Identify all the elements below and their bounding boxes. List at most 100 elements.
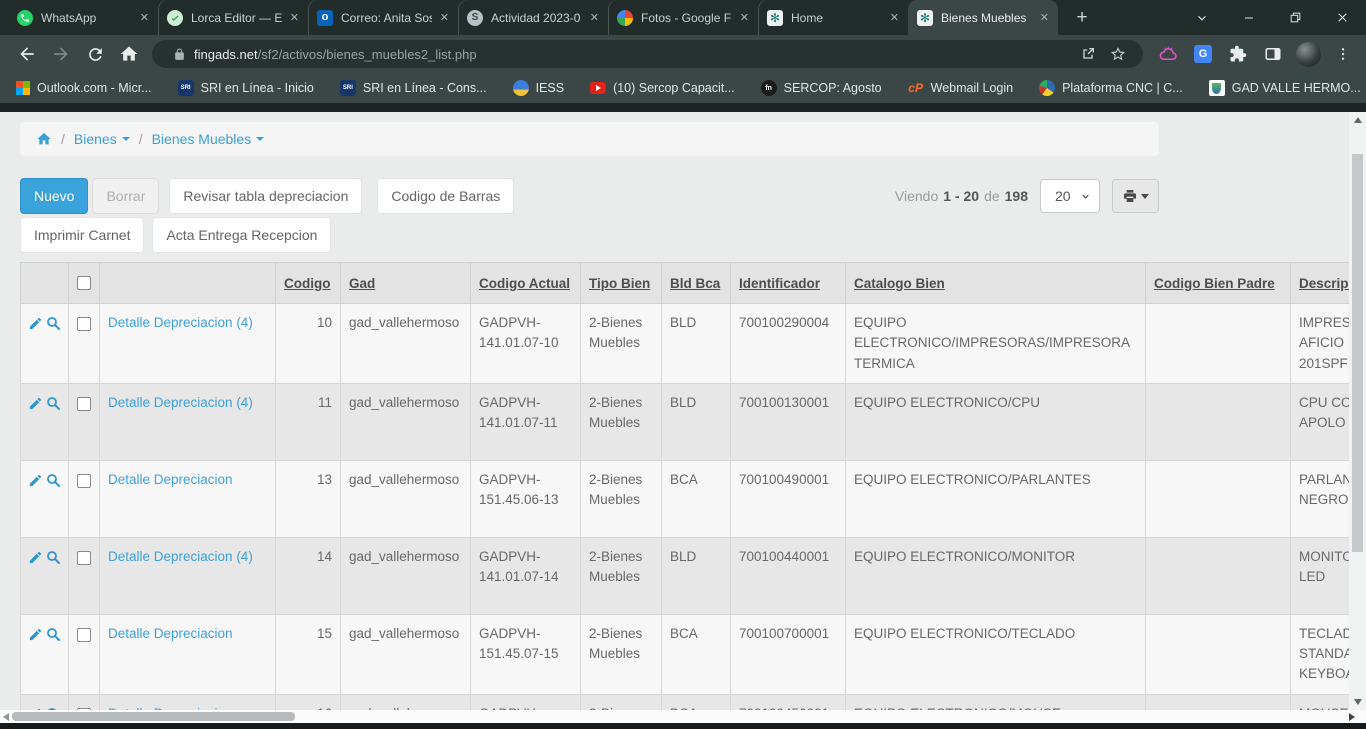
column-header-codigo[interactable]: Codigo xyxy=(284,276,331,291)
column-header-catalogo-bien[interactable]: Catalogo Bien xyxy=(854,276,945,291)
bookmark-10-sercop-capacit[interactable]: (10) Sercop Capacit... xyxy=(590,81,735,95)
tab-strip-tabs: WhatsApp✕Lorca Editor — El✕oCorreo: Anit… xyxy=(8,0,1058,35)
detalle-depreciacion-link[interactable]: Detalle Depreciacion xyxy=(108,626,233,641)
detalle-depreciacion-link[interactable]: Detalle Depreciacion (4) xyxy=(108,549,253,564)
tab-title: Bienes Muebles xyxy=(941,11,1032,25)
horizontal-scrollbar[interactable] xyxy=(0,710,1366,723)
tab-bienes-muebles[interactable]: ✻ Bienes Muebles ✕ xyxy=(908,0,1058,35)
close-button[interactable] xyxy=(1319,0,1366,35)
scroll-right-arrow-icon[interactable] xyxy=(1346,710,1358,723)
breadcrumb: / Bienes / Bienes Muebles xyxy=(20,122,1159,156)
breadcrumb-bienes-muebles[interactable]: Bienes Muebles xyxy=(152,131,265,147)
home-icon[interactable] xyxy=(112,39,146,69)
tab-whatsapp[interactable]: WhatsApp✕ xyxy=(8,0,158,35)
fingads-flower-icon: ✻ xyxy=(917,10,933,26)
tab-title: Actividad 2023-0 xyxy=(491,11,582,25)
edit-pencil-icon[interactable] xyxy=(28,396,43,411)
view-magnifier-icon[interactable] xyxy=(45,549,61,565)
column-header-bld-bca[interactable]: Bld Bca xyxy=(670,276,720,291)
edit-pencil-icon[interactable] xyxy=(28,550,43,565)
back-icon[interactable] xyxy=(10,39,44,69)
tab-correo-anita-sos[interactable]: oCorreo: Anita Sos✕ xyxy=(308,0,458,35)
minimize-button[interactable] xyxy=(1225,0,1272,35)
nuevo-button[interactable]: Nuevo xyxy=(20,178,88,214)
edit-pencil-icon[interactable] xyxy=(28,627,43,642)
share-icon[interactable] xyxy=(1073,40,1103,68)
bookmark-webmail-login[interactable]: cPWebmail Login xyxy=(908,80,1013,96)
extensions-puzzle-icon[interactable] xyxy=(1225,41,1251,67)
scroll-down-arrow-icon[interactable] xyxy=(1349,694,1366,710)
bookmark-label: GAD VALLE HERMO... xyxy=(1232,81,1361,95)
window-bottom-edge xyxy=(0,723,1366,729)
menu-dots-icon[interactable] xyxy=(1330,41,1356,67)
column-header-gad[interactable]: Gad xyxy=(349,276,375,291)
bookmark-sri-en-l-nea-cons[interactable]: SRISRI en Línea - Cons... xyxy=(340,80,487,96)
acta-entrega-recepcion-button[interactable]: Acta Entrega Recepcion xyxy=(152,217,331,253)
tab-close-icon[interactable]: ✕ xyxy=(590,11,599,24)
table-body: Detalle Depreciacion (4)10gad_vallehermo… xyxy=(21,304,1366,724)
tab-close-icon[interactable]: ✕ xyxy=(1040,11,1049,24)
restore-button[interactable] xyxy=(1272,0,1319,35)
profile-avatar[interactable] xyxy=(1295,41,1321,67)
row-checkbox[interactable] xyxy=(77,397,91,411)
tab-search-chevron-icon[interactable] xyxy=(1178,0,1225,35)
column-header-codigo-actual[interactable]: Codigo Actual xyxy=(479,276,570,291)
translate-extension-icon[interactable]: G xyxy=(1190,41,1216,67)
detalle-depreciacion-link[interactable]: Detalle Depreciacion (4) xyxy=(108,315,253,330)
edit-pencil-icon[interactable] xyxy=(28,473,43,488)
bookmark-sri-en-l-nea-inicio[interactable]: SRISRI en Línea - Inicio xyxy=(178,80,314,96)
paging-range: 1 - 20 xyxy=(943,188,979,204)
column-header-identificador[interactable]: Identificador xyxy=(739,276,820,291)
forward-icon[interactable] xyxy=(44,39,78,69)
detalle-depreciacion-link[interactable]: Detalle Depreciacion (4) xyxy=(108,395,253,410)
borrar-button[interactable]: Borrar xyxy=(92,178,159,214)
tab-lorca-editor-el[interactable]: Lorca Editor — El✕ xyxy=(158,0,308,35)
lock-icon[interactable] xyxy=(164,40,194,68)
scroll-up-arrow-icon[interactable] xyxy=(1349,112,1366,128)
bookmark-plataforma-cnc-c[interactable]: Plataforma CNC | C... xyxy=(1039,80,1183,96)
print-button[interactable] xyxy=(1112,179,1159,213)
breadcrumb-bienes[interactable]: Bienes xyxy=(74,131,130,147)
cloud-extension-icon[interactable] xyxy=(1155,41,1181,67)
new-tab-button[interactable]: + xyxy=(1068,4,1096,32)
tab-close-icon[interactable]: ✕ xyxy=(890,11,899,24)
imprimir-carnet-button[interactable]: Imprimir Carnet xyxy=(20,217,144,253)
select-all-checkbox[interactable] xyxy=(77,276,91,290)
bookmark-iess[interactable]: IESS xyxy=(513,80,565,96)
tab-close-icon[interactable]: ✕ xyxy=(140,11,149,24)
bookmark-outlook-com-micr[interactable]: Outlook.com - Micr... xyxy=(16,81,152,95)
row-checkbox[interactable] xyxy=(77,628,91,642)
view-magnifier-icon[interactable] xyxy=(45,395,61,411)
vertical-scrollbar-thumb[interactable] xyxy=(1352,154,1363,552)
column-header-tipo-bien[interactable]: Tipo Bien xyxy=(589,276,650,291)
home-breadcrumb-icon[interactable] xyxy=(36,131,52,147)
tab-close-icon[interactable]: ✕ xyxy=(290,11,299,24)
scroll-left-arrow-icon[interactable] xyxy=(0,710,12,723)
bookmark-gad-valle-hermo[interactable]: GAD VALLE HERMO... xyxy=(1209,80,1361,96)
view-magnifier-icon[interactable] xyxy=(45,315,61,331)
tab-close-icon[interactable]: ✕ xyxy=(440,11,449,24)
codigo-de-barras-button[interactable]: Codigo de Barras xyxy=(377,178,514,214)
row-checkbox[interactable] xyxy=(77,317,91,331)
view-magnifier-icon[interactable] xyxy=(45,472,61,488)
edit-pencil-icon[interactable] xyxy=(28,316,43,331)
tab-close-icon[interactable]: ✕ xyxy=(740,11,749,24)
browser-window: WhatsApp✕Lorca Editor — El✕oCorreo: Anit… xyxy=(0,0,1366,729)
column-header-codigo-bien-padre[interactable]: Codigo Bien Padre xyxy=(1154,276,1275,291)
row-checkbox[interactable] xyxy=(77,551,91,565)
star-icon[interactable] xyxy=(1103,40,1133,68)
horizontal-scrollbar-thumb[interactable] xyxy=(12,712,295,721)
address-bar[interactable]: fingads.net/sf2/activos/bienes_muebles2_… xyxy=(152,40,1143,68)
detalle-depreciacion-link[interactable]: Detalle Depreciacion xyxy=(108,472,233,487)
reload-icon[interactable] xyxy=(78,39,112,69)
tab-actividad-2023-0[interactable]: SActividad 2023-0✕ xyxy=(458,0,608,35)
row-checkbox[interactable] xyxy=(77,474,91,488)
page-size-select[interactable]: 20 xyxy=(1040,179,1100,213)
bookmark-sercop-agosto[interactable]: fnSERCOP: Agosto xyxy=(761,80,882,96)
side-panel-icon[interactable] xyxy=(1260,41,1286,67)
tab-fotos-google-f[interactable]: Fotos - Google F✕ xyxy=(608,0,758,35)
tab-home[interactable]: ✻Home✕ xyxy=(758,0,908,35)
view-magnifier-icon[interactable] xyxy=(45,626,61,642)
revisar-tabla-depreciacion-button[interactable]: Revisar tabla depreciacion xyxy=(169,178,362,214)
vertical-scrollbar[interactable] xyxy=(1349,112,1366,710)
